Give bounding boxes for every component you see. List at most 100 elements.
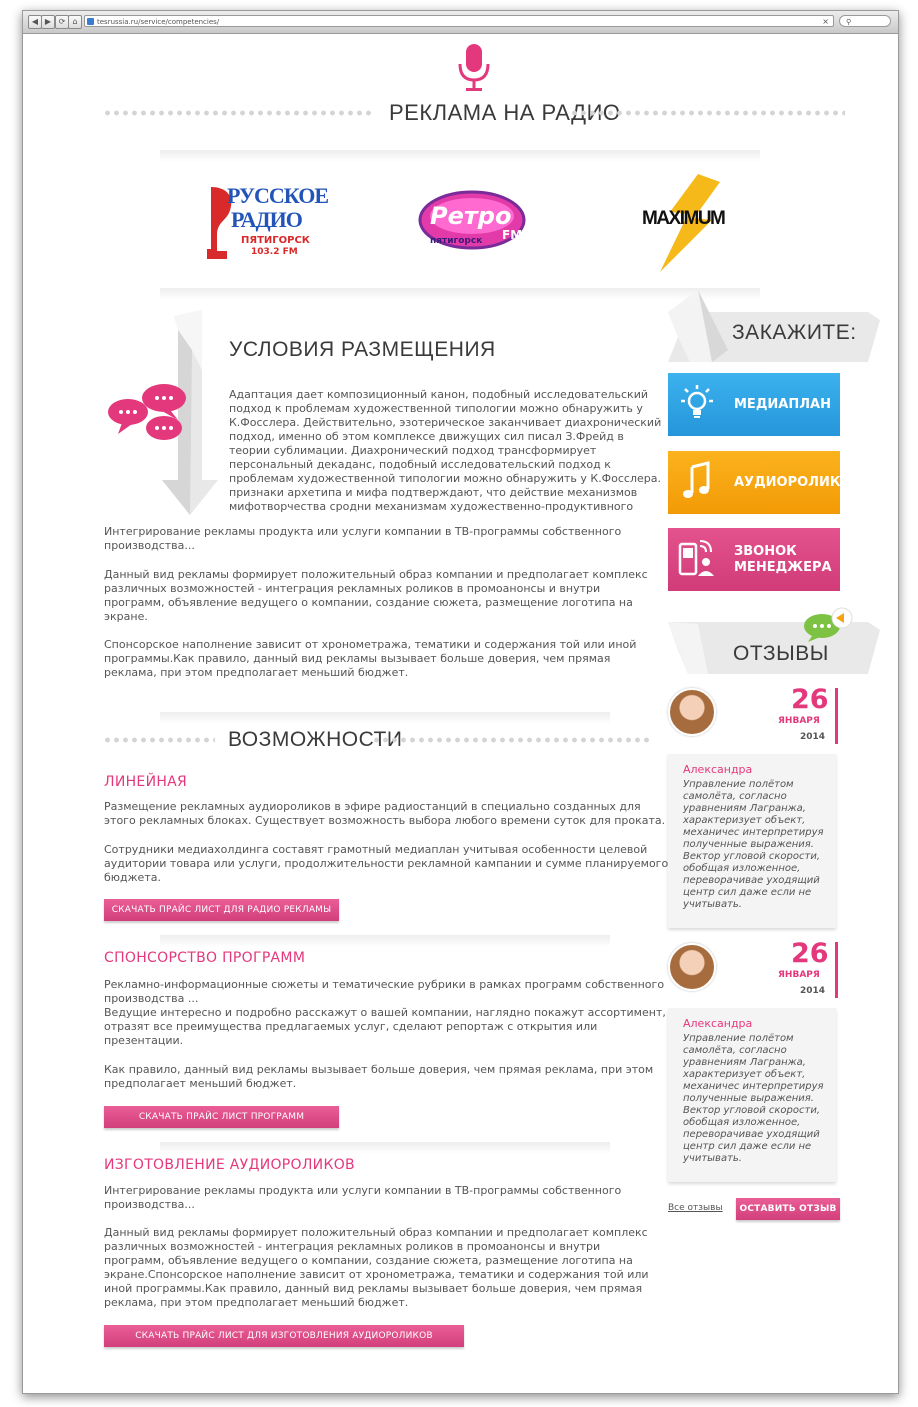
logo-russkoe-line2: РАДИО bbox=[231, 207, 303, 232]
divider-shadow bbox=[160, 1142, 610, 1154]
text-line: характеризует объект, bbox=[683, 815, 806, 826]
mediaplan-button[interactable]: МЕДИАПЛАН bbox=[668, 373, 840, 436]
divider-shadow bbox=[160, 150, 760, 162]
text-line: мифотворчества сродни механизмам художес… bbox=[229, 500, 634, 513]
review-month: ЯНВАРЯ bbox=[778, 716, 820, 726]
review-text: Управление полётом самолёта, согласно ур… bbox=[683, 1033, 824, 1165]
text-line: Рекламно-информационные сюжеты и тематич… bbox=[104, 978, 665, 991]
review-date-accent bbox=[835, 688, 838, 744]
leave-review-button[interactable]: ОСТАВИТЬ ОТЗЫВ bbox=[736, 1198, 840, 1220]
text-line: Управление полётом bbox=[683, 1033, 794, 1044]
text-line: экране.Спонсорское наполнение зависит от… bbox=[104, 1268, 649, 1281]
text-line: производства ... bbox=[104, 992, 199, 1005]
all-reviews-link[interactable]: Все отзывы bbox=[668, 1203, 723, 1213]
text-line: Сотрудники медиахолдинга составят грамот… bbox=[104, 843, 648, 856]
text-line: обобщая изложенное, bbox=[683, 1117, 801, 1128]
text-line: иной программы.Как правило, данный вид р… bbox=[104, 1282, 643, 1295]
mediaplan-label: МЕДИАПЛАН bbox=[734, 396, 831, 412]
text-line: учитывать. bbox=[683, 1153, 742, 1164]
text-line: предполагает меньший бюджет. bbox=[104, 1077, 297, 1090]
review-year: 2014 bbox=[800, 732, 826, 742]
russkoe-radio-logo: РУССКОЕ РАДИО ПЯТИГОРСК 103.2 FM bbox=[205, 183, 329, 263]
logo-russkoe-city: ПЯТИГОРСК bbox=[241, 235, 310, 246]
audio-clip-label: АУДИОРОЛИК bbox=[734, 474, 841, 490]
production-heading: ИЗГОТОВЛЕНИЕ АУДИОРОЛИКОВ bbox=[104, 1157, 355, 1173]
text-line: Ведущие интересно и подробно расскажут о… bbox=[104, 1006, 666, 1019]
text-line: производства... bbox=[104, 1198, 195, 1211]
logo-russkoe-line1: РУССКОЕ bbox=[227, 183, 329, 208]
production-paragraph-2: Данный вид рекламы формирует положительн… bbox=[104, 1226, 649, 1310]
possibilities-dots-right bbox=[372, 737, 652, 743]
header-dots-right bbox=[570, 110, 845, 116]
text-line: самолёта, согласно bbox=[683, 1045, 787, 1056]
chat-bubbles-icon bbox=[108, 384, 186, 440]
text-line: Вектор угловой скорости, bbox=[683, 851, 821, 862]
download-programs-pricelist-button[interactable]: СКАЧАТЬ ПРАЙС ЛИСТ ПРОГРАММ bbox=[104, 1106, 339, 1128]
review-day: 26 bbox=[791, 938, 829, 969]
review-author: Александра bbox=[683, 1017, 753, 1030]
phone-manager-icon bbox=[678, 540, 714, 576]
sponsorship-heading: СПОНСОРСТВО ПРОГРАММ bbox=[104, 950, 306, 966]
text-line: учитывать. bbox=[683, 899, 742, 910]
divider-shadow bbox=[160, 935, 610, 947]
logo-russkoe-freq: 103.2 FM bbox=[251, 247, 298, 257]
text-line: реклама, при этом предполагает меньший б… bbox=[104, 666, 409, 679]
linear-paragraph-1: Размещение рекламных аудиороликов в эфир… bbox=[104, 800, 665, 828]
audio-clip-button[interactable]: АУДИОРОЛИК bbox=[668, 451, 840, 514]
sponsorship-paragraph-2: Как правило, данный вид рекламы вызывает… bbox=[104, 1063, 653, 1091]
text-line: механичес интерпретируя bbox=[683, 1081, 824, 1092]
text-line: бюджета. bbox=[104, 871, 161, 884]
logo-retro-city: пятигорск bbox=[430, 236, 483, 246]
text-line: полученные выражения. bbox=[683, 839, 814, 850]
text-line: переворачивае уходящий bbox=[683, 1129, 820, 1140]
text-line: характеризует объект, bbox=[683, 1069, 806, 1080]
review-date-accent bbox=[835, 942, 838, 998]
text-line: Спонсорское наполнение зависит от хроном… bbox=[104, 638, 637, 651]
text-line: Данный вид рекламы формирует положительн… bbox=[104, 568, 648, 581]
call-manager-label: ЗВОНОК МЕНЕДЖЕРА bbox=[734, 543, 832, 575]
text-line: уравнениям Лагранжа, bbox=[683, 1057, 806, 1068]
review-text: Управление полётом самолёта, согласно ур… bbox=[683, 779, 824, 911]
logo-retro-fm: FM bbox=[502, 228, 523, 242]
text-line: уравнениям Лагранжа, bbox=[683, 803, 806, 814]
text-line: переворачивае уходящий bbox=[683, 875, 820, 886]
order-title: ЗАКАЖИТЕ: bbox=[732, 321, 857, 344]
conditions-paragraph-1: Интегрирование рекламы продукта или услу… bbox=[104, 525, 621, 553]
avatar bbox=[668, 688, 716, 736]
conditions-paragraph-2: Данный вид рекламы формирует положительн… bbox=[104, 568, 648, 624]
text-line: аудитории товара или услуги, продолжител… bbox=[104, 857, 669, 870]
text-line: признаки архетипа и мифа подтверждают, ч… bbox=[229, 486, 638, 499]
text-line: этого рекламных блоках. Существует возмо… bbox=[104, 814, 666, 827]
text-line: центр сил даже если не bbox=[683, 1141, 812, 1152]
review-year: 2014 bbox=[800, 986, 826, 996]
text-line: проблемам художественной типологии можно… bbox=[229, 472, 661, 485]
text-line: полученные выражения. bbox=[683, 1093, 814, 1104]
text-line: Интегрирование рекламы продукта или услу… bbox=[104, 1184, 622, 1197]
production-paragraph-1: Интегрирование рекламы продукта или услу… bbox=[104, 1184, 621, 1212]
text-line: различных возможностей - интеграция рекл… bbox=[104, 582, 601, 595]
download-audio-production-pricelist-button[interactable]: СКАЧАТЬ ПРАЙС ЛИСТ ДЛЯ ИЗГОТОВЛЕНИЯ АУДИ… bbox=[104, 1325, 464, 1347]
review-card: Александра Управление полётом самолёта, … bbox=[668, 1008, 836, 1182]
logo-maximum-text: MAXIMUM bbox=[642, 208, 726, 229]
text-line: подход к проблемам художественной типоло… bbox=[229, 402, 643, 415]
review-author: Александра bbox=[683, 763, 753, 776]
possibilities-dots-left bbox=[103, 737, 215, 743]
download-radio-pricelist-button[interactable]: СКАЧАТЬ ПРАЙС ЛИСТ ДЛЯ РАДИО РЕКЛАМЫ bbox=[104, 899, 339, 921]
text-line: Размещение рекламных аудиороликов в эфир… bbox=[104, 800, 641, 813]
text-line: персональный декаданс, подобный исследов… bbox=[229, 458, 611, 471]
text-line: самолёта, согласно bbox=[683, 791, 787, 802]
conditions-title: УСЛОВИЯ РАЗМЕЩЕНИЯ bbox=[229, 338, 496, 361]
text-line: обобщая изложенное, bbox=[683, 863, 801, 874]
divider-shadow bbox=[160, 712, 610, 724]
text-line: центр сил даже если не bbox=[683, 887, 812, 898]
text-line: производства... bbox=[104, 539, 195, 552]
text-line: презентации. bbox=[104, 1034, 184, 1047]
text-line: экране. bbox=[104, 610, 148, 623]
text-line: отразят все преимущества предлагаемых ус… bbox=[104, 1020, 598, 1033]
sponsorship-paragraph-1: Рекламно-информационные сюжеты и тематич… bbox=[104, 978, 666, 1048]
call-manager-button[interactable]: ЗВОНОК МЕНЕДЖЕРА bbox=[668, 528, 840, 591]
text-line: теории сублимации. Диахронический подход… bbox=[229, 444, 597, 457]
text-line: различных возможностей - интеграция рекл… bbox=[104, 1240, 601, 1253]
text-line: Интегрирование рекламы продукта или услу… bbox=[104, 525, 622, 538]
text-line: программ, объявление ведущего о компании… bbox=[104, 1254, 633, 1267]
